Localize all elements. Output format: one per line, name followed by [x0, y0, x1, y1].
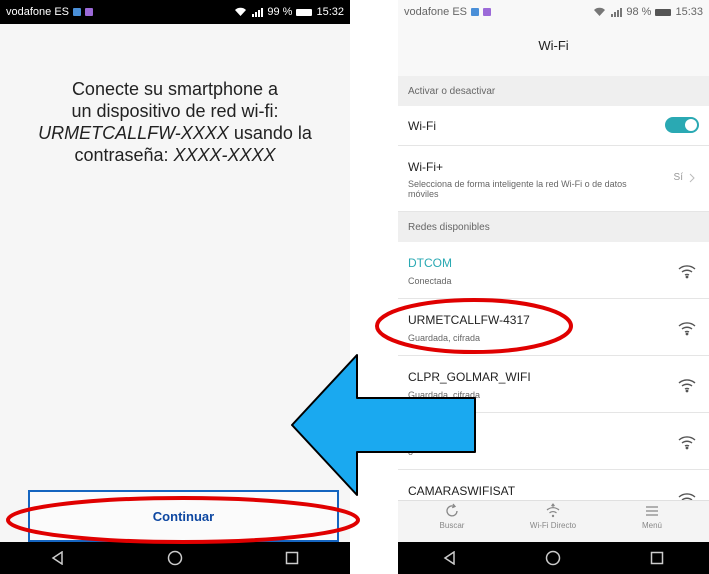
menu-icon	[646, 506, 658, 516]
wifi-plus-value: Sí	[674, 172, 695, 183]
back-icon[interactable]	[433, 546, 467, 570]
wifi-plus-label: Wi-Fi+	[408, 160, 443, 174]
network-ssid: ar WIFI	[408, 427, 448, 441]
section-header: Activar o desactivar	[398, 76, 709, 106]
carrier-label: vodafone ES	[6, 6, 69, 18]
network-ssid: URMETCALLFW-4317	[408, 313, 530, 327]
network-status: Conectada	[408, 276, 452, 286]
cell-signal-icon	[252, 8, 264, 17]
wifi-signal-icon	[594, 7, 606, 16]
wifi-strength-icon	[678, 436, 696, 450]
network-ssid: CLPR_GOLMAR_WIFI	[408, 370, 531, 384]
clock: 15:32	[316, 6, 344, 18]
app-notification-icon	[85, 8, 93, 16]
wifi-toggle-switch[interactable]	[665, 117, 699, 133]
recents-icon[interactable]	[275, 546, 309, 570]
instruction-line: URMETCALLFW-XXXX usando la	[38, 123, 312, 143]
wifi-strength-icon	[678, 379, 696, 393]
network-status: Guardada, cifrada	[408, 390, 481, 400]
battery-percent: 99 %	[267, 6, 293, 18]
bottom-action-bar: Buscar Wi-Fi Directo Menú	[398, 500, 709, 543]
back-icon[interactable]	[41, 546, 75, 570]
network-status: o	[408, 447, 414, 457]
network-row[interactable]: URMETCALLFW-4317 Guardada, cifrada	[398, 299, 709, 356]
connect-instructions: Conecte su smartphone a un dispositivo d…	[14, 78, 336, 166]
app-notification-icon	[73, 8, 81, 16]
chevron-right-icon	[689, 173, 695, 182]
android-nav-bar	[398, 542, 709, 574]
ssid-placeholder: URMETCALLFW-XXXX	[38, 123, 229, 143]
network-row[interactable]: CLPR_GOLMAR_WIFI Guardada, cifrada	[398, 356, 709, 413]
wifi-direct-button[interactable]: Wi-Fi Directo	[513, 503, 593, 530]
password-placeholder: XXXX-XXXX	[173, 145, 276, 165]
wifi-strength-icon	[678, 322, 696, 336]
page-title: Wi-Fi	[538, 38, 569, 53]
right-phone-screen: vodafone ES 98 % 15:33 Wi-Fi Activar o d…	[398, 0, 709, 574]
status-bar: vodafone ES 99 % 15:32	[0, 0, 350, 24]
instruction-line: contraseña: XXXX-XXXX	[74, 145, 276, 165]
home-icon[interactable]	[536, 546, 570, 570]
network-row[interactable]: ar WIFI o	[398, 413, 709, 470]
app-notification-icon	[483, 8, 491, 16]
recents-icon[interactable]	[640, 546, 674, 570]
network-status: Guardada, cifrada	[408, 333, 481, 343]
scan-button[interactable]: Buscar	[412, 503, 492, 530]
wifi-signal-icon	[235, 7, 247, 16]
wifi-toggle-label: Wi-Fi	[408, 119, 436, 133]
refresh-icon	[446, 503, 458, 517]
left-phone-screen: vodafone ES 99 % 15:32 Conecte su smartp…	[0, 0, 350, 574]
continue-button[interactable]: Continuar	[28, 490, 339, 542]
battery-percent: 98 %	[626, 6, 652, 18]
cell-signal-icon	[611, 8, 623, 17]
menu-button[interactable]: Menú	[612, 503, 692, 530]
wifi-toggle-row[interactable]: Wi-Fi	[398, 106, 709, 146]
network-row[interactable]: DTCOM Conectada	[398, 242, 709, 299]
wifi-direct-icon	[546, 503, 560, 518]
home-icon[interactable]	[158, 546, 192, 570]
battery-icon	[296, 8, 313, 16]
clock: 15:33	[675, 6, 703, 18]
wifi-plus-description: Selecciona de forma inteligente la red W…	[408, 179, 627, 199]
app-notification-icon	[471, 8, 479, 16]
wifi-plus-row[interactable]: Wi-Fi+ Selecciona de forma inteligente l…	[398, 146, 709, 212]
status-bar: vodafone ES 98 % 15:33	[398, 0, 709, 24]
section-header: Redes disponibles	[398, 212, 709, 242]
instruction-line: Conecte su smartphone a	[71, 79, 279, 99]
carrier-label: vodafone ES	[404, 6, 467, 18]
android-nav-bar	[0, 542, 350, 574]
battery-icon	[655, 8, 672, 16]
wifi-strength-icon	[678, 265, 696, 279]
network-ssid: CAMARASWIFISAT	[408, 484, 516, 498]
instruction-line: un dispositivo de red wi-fi:	[71, 101, 279, 121]
network-ssid: DTCOM	[408, 256, 452, 270]
